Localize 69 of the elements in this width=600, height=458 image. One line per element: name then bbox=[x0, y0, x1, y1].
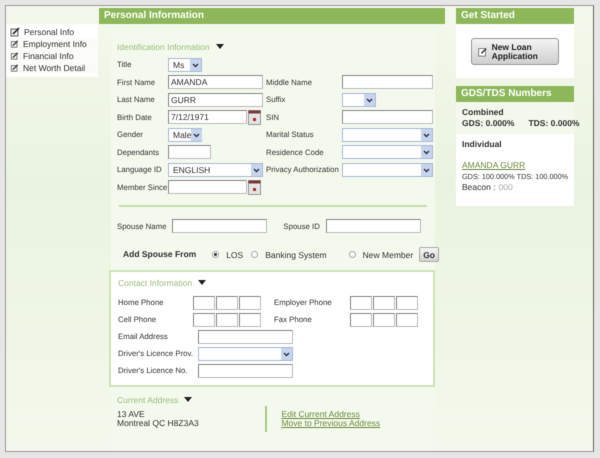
phone-part-field[interactable] bbox=[350, 312, 372, 326]
new-loan-application-button[interactable]: New Loan Application bbox=[471, 38, 559, 65]
date-field[interactable] bbox=[168, 180, 247, 194]
text-field[interactable]: GURR bbox=[168, 92, 263, 107]
edit-note-icon bbox=[10, 40, 19, 48]
phone-part-field[interactable] bbox=[193, 312, 215, 326]
caret-icon[interactable] bbox=[184, 397, 192, 403]
address-line: Montreal QC H8Z3A3 bbox=[117, 419, 200, 428]
dropdown-field[interactable] bbox=[342, 145, 433, 160]
phone-part-field[interactable] bbox=[239, 312, 261, 326]
tds-value: TDS: 0.000% bbox=[528, 119, 580, 128]
combined-label: Combined bbox=[462, 108, 505, 117]
radio-label: New Member bbox=[362, 250, 414, 260]
calendar-icon[interactable] bbox=[248, 180, 261, 195]
text-field[interactable] bbox=[168, 145, 211, 160]
individual-label: Individual bbox=[462, 140, 503, 149]
radio-button[interactable] bbox=[212, 251, 220, 258]
section-header: Personal Information bbox=[99, 8, 445, 24]
phone-part-field[interactable] bbox=[216, 296, 238, 310]
text-field[interactable]: AMANDA bbox=[168, 75, 263, 90]
address-line: 13 AVE bbox=[117, 410, 146, 419]
text-field[interactable] bbox=[172, 219, 268, 233]
text-field[interactable] bbox=[198, 330, 293, 344]
beacon-label: Beacon : bbox=[462, 183, 496, 192]
sidebar-item[interactable]: Net Worth Detail bbox=[10, 62, 98, 73]
caret-icon[interactable] bbox=[216, 44, 224, 50]
calendar-icon[interactable] bbox=[248, 110, 261, 125]
edit-note-icon bbox=[10, 52, 19, 60]
phone-part-field[interactable] bbox=[193, 296, 215, 310]
section-header: GDS/TDS Numbers bbox=[456, 86, 574, 102]
section-title: Contact Information bbox=[118, 278, 192, 288]
gds-value: GDS: 0.000% bbox=[462, 119, 514, 128]
dropdown-field[interactable]: ENGLISH bbox=[168, 162, 263, 177]
radio-button[interactable] bbox=[348, 251, 356, 258]
address-link[interactable]: Edit Current Address bbox=[281, 410, 430, 419]
phone-part-field[interactable] bbox=[396, 312, 418, 326]
beacon-value: 000 bbox=[498, 183, 513, 192]
text-field[interactable] bbox=[342, 75, 433, 90]
phone-part-field[interactable] bbox=[350, 296, 372, 310]
dropdown-field[interactable]: Ms bbox=[168, 58, 202, 72]
radio-label: Banking System bbox=[265, 250, 327, 260]
go-button[interactable]: Go bbox=[419, 247, 439, 262]
dropdown-field[interactable] bbox=[342, 128, 433, 142]
address-link[interactable]: Move to Previous Address bbox=[281, 419, 430, 428]
text-field[interactable] bbox=[342, 110, 433, 124]
phone-part-field[interactable] bbox=[373, 296, 395, 310]
date-field[interactable]: 7/12/1971 bbox=[168, 110, 247, 124]
section-title: Current Address bbox=[117, 395, 178, 405]
caret-icon[interactable] bbox=[198, 280, 206, 286]
dropdown-field[interactable]: Male bbox=[168, 128, 202, 142]
dropdown-field[interactable] bbox=[342, 92, 376, 107]
text-field[interactable] bbox=[198, 364, 293, 378]
dropdown-field[interactable] bbox=[198, 346, 293, 360]
text-field[interactable] bbox=[326, 219, 421, 233]
radio-label: LOS bbox=[226, 250, 244, 260]
sidebar-item[interactable]: Employment Info bbox=[10, 38, 98, 49]
phone-part-field[interactable] bbox=[216, 312, 238, 326]
section-header: Get Started bbox=[456, 8, 574, 24]
applicant-link[interactable]: AMANDA GURR bbox=[462, 161, 571, 170]
edit-note-icon bbox=[10, 64, 19, 72]
edit-note-icon bbox=[10, 26, 20, 36]
phone-part-field[interactable] bbox=[239, 296, 261, 310]
dropdown-field[interactable] bbox=[342, 162, 433, 177]
add-spouse-label: Add Spouse From bbox=[123, 250, 196, 259]
section-title: Identification Information bbox=[117, 42, 210, 52]
sidebar-item[interactable]: Financial Info bbox=[10, 50, 98, 61]
phone-part-field[interactable] bbox=[396, 296, 418, 310]
radio-button[interactable] bbox=[251, 251, 258, 258]
phone-part-field[interactable] bbox=[373, 312, 395, 326]
